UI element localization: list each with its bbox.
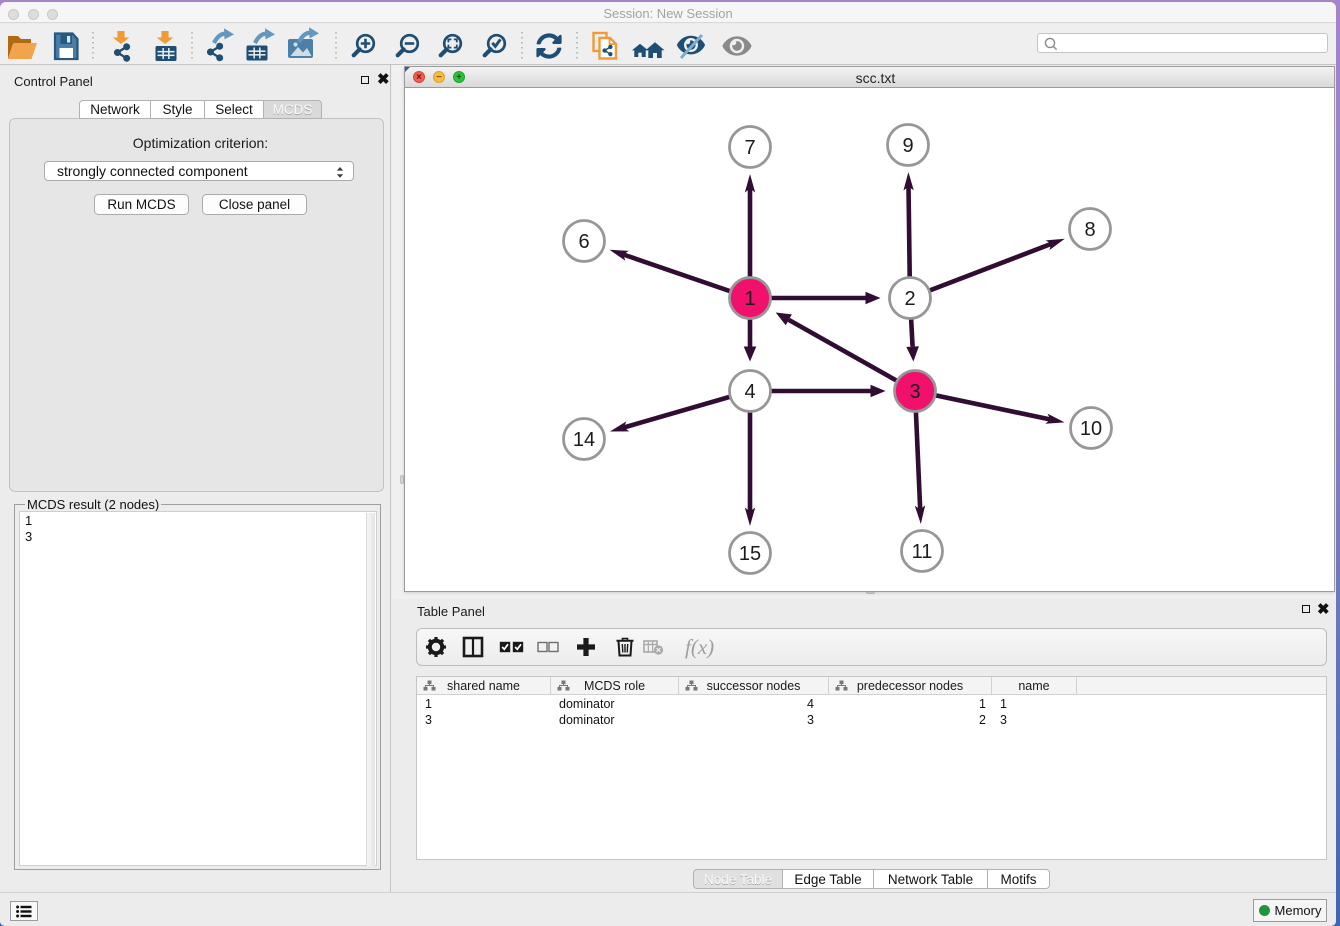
svg-text:15: 15 xyxy=(739,543,761,565)
svg-text:3: 3 xyxy=(909,381,920,403)
svg-text:10: 10 xyxy=(1080,418,1102,440)
svg-text:14: 14 xyxy=(573,429,595,451)
svg-text:7: 7 xyxy=(744,137,755,159)
svg-text:11: 11 xyxy=(912,541,933,563)
svg-text:4: 4 xyxy=(744,381,755,403)
svg-text:9: 9 xyxy=(902,135,913,157)
svg-text:2: 2 xyxy=(904,288,915,310)
svg-text:8: 8 xyxy=(1084,219,1095,241)
svg-text:6: 6 xyxy=(578,231,589,253)
svg-text:1: 1 xyxy=(744,288,755,310)
svg-text:f(x): f(x) xyxy=(685,635,714,659)
